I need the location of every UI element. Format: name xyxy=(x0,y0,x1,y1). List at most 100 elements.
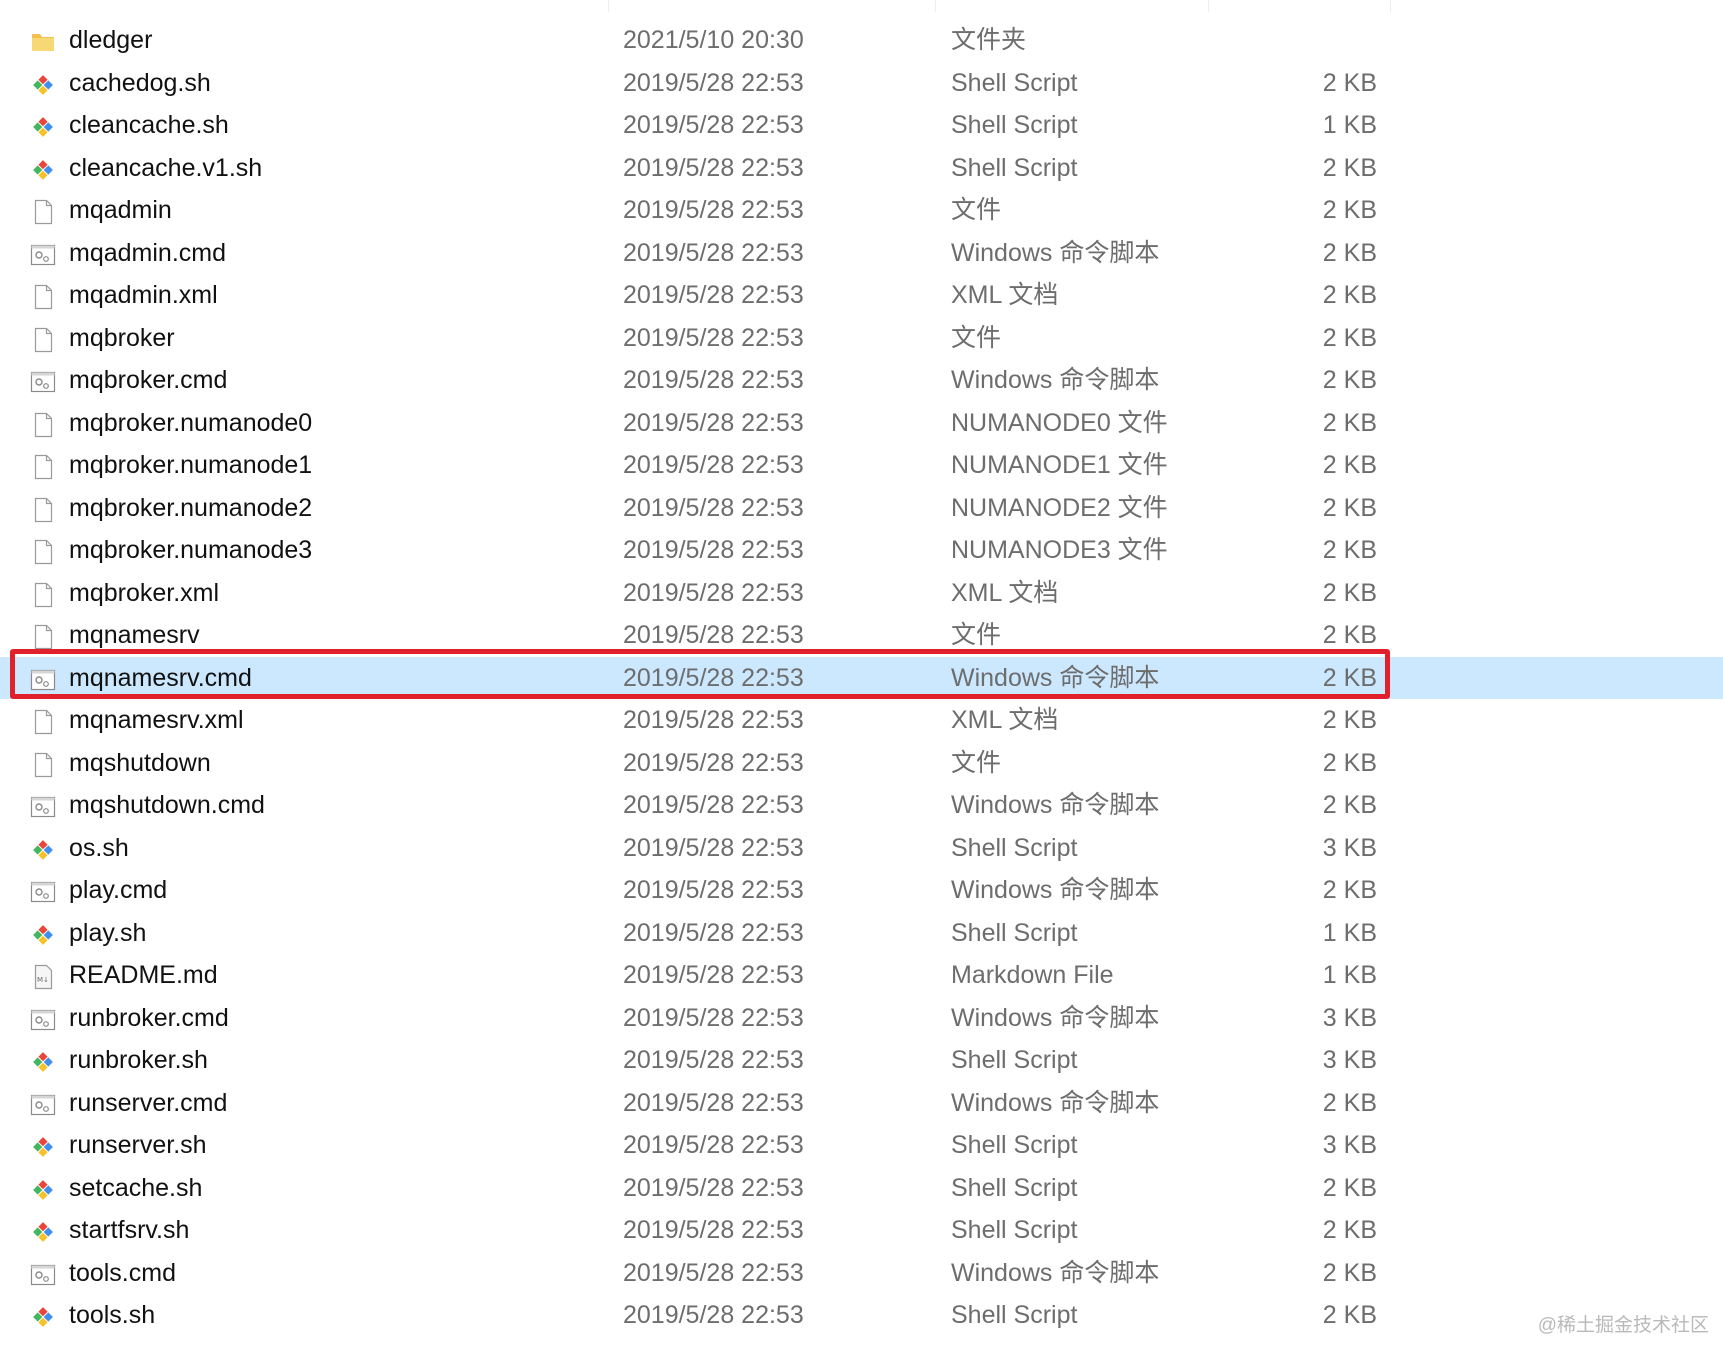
blank-file-icon xyxy=(28,410,58,440)
blank-file-icon xyxy=(28,282,58,312)
file-size: 2 KB xyxy=(1322,706,1377,734)
file-name: mqadmin.xml xyxy=(69,281,218,309)
file-type: XML 文档 xyxy=(951,578,1059,607)
file-date-modified: 2019/5/28 22:53 xyxy=(623,1258,804,1287)
file-name: play.cmd xyxy=(69,876,168,904)
file-row[interactable]: runserver.sh 2019/5/28 22:53 Shell Scrip… xyxy=(0,1124,1723,1167)
cmd-file-icon xyxy=(28,1260,58,1290)
file-row[interactable]: startfsrv.sh 2019/5/28 22:53 Shell Scrip… xyxy=(0,1209,1723,1252)
file-row[interactable]: setcache.sh 2019/5/28 22:53 Shell Script… xyxy=(0,1167,1723,1210)
file-type: Shell Script xyxy=(951,1131,1078,1159)
file-row[interactable]: mqbroker 2019/5/28 22:53 文件 2 KB xyxy=(0,317,1723,360)
blank-file-icon xyxy=(28,622,58,652)
file-date-modified: 2019/5/28 22:53 xyxy=(623,578,804,607)
file-row[interactable]: mqbroker.numanode0 2019/5/28 22:53 NUMAN… xyxy=(0,402,1723,445)
file-row[interactable]: runbroker.sh 2019/5/28 22:53 Shell Scrip… xyxy=(0,1039,1723,1082)
file-type: Markdown File xyxy=(951,961,1114,989)
file-date-modified: 2019/5/28 22:53 xyxy=(623,663,804,692)
file-size: 2 KB xyxy=(1322,621,1377,649)
file-row[interactable]: tools.cmd 2019/5/28 22:53 Windows 命令脚本 2… xyxy=(0,1252,1723,1295)
file-type: Shell Script xyxy=(951,1216,1078,1244)
file-size: 3 KB xyxy=(1322,833,1377,862)
column-separator[interactable] xyxy=(608,0,609,12)
file-name: mqshutdown.cmd xyxy=(69,791,265,819)
cmd-file-icon xyxy=(28,367,58,397)
file-name: cleancache.v1.sh xyxy=(69,153,263,182)
file-row[interactable]: M↓ README.md 2019/5/28 22:53 Markdown Fi… xyxy=(0,954,1723,997)
file-type: Windows 命令脚本 xyxy=(951,238,1160,267)
file-name: mqnamesrv.cmd xyxy=(69,663,252,692)
file-date-modified: 2019/5/28 22:53 xyxy=(623,1088,804,1117)
file-type: Shell Script xyxy=(951,111,1078,139)
file-date-modified: 2019/5/28 22:53 xyxy=(623,408,804,437)
cmd-file-icon xyxy=(28,792,58,822)
file-name: mqbroker.numanode3 xyxy=(69,536,313,564)
file-size: 2 KB xyxy=(1322,153,1377,182)
file-row[interactable]: mqadmin.xml 2019/5/28 22:53 XML 文档 2 KB xyxy=(0,274,1723,317)
file-row[interactable]: cleancache.sh 2019/5/28 22:53 Shell Scri… xyxy=(0,104,1723,147)
file-row[interactable]: tools.sh 2019/5/28 22:53 Shell Script 2 … xyxy=(0,1294,1723,1337)
file-row[interactable]: cleancache.v1.sh 2019/5/28 22:53 Shell S… xyxy=(0,147,1723,190)
file-size: 3 KB xyxy=(1322,1046,1377,1074)
file-row[interactable]: mqbroker.xml 2019/5/28 22:53 XML 文档 2 KB xyxy=(0,572,1723,615)
file-type: NUMANODE3 文件 xyxy=(951,536,1168,564)
file-date-modified: 2019/5/28 22:53 xyxy=(623,323,804,352)
shell-script-icon xyxy=(28,1175,58,1205)
file-name: README.md xyxy=(69,961,218,989)
file-name: mqbroker.cmd xyxy=(69,366,228,394)
file-row[interactable]: runbroker.cmd 2019/5/28 22:53 Windows 命令… xyxy=(0,997,1723,1040)
file-name: cleancache.sh xyxy=(69,111,229,139)
file-size: 2 KB xyxy=(1322,1258,1377,1287)
file-name: runbroker.sh xyxy=(69,1046,208,1074)
file-type: Shell Script xyxy=(951,1046,1078,1074)
file-row[interactable]: mqshutdown 2019/5/28 22:53 文件 2 KB xyxy=(0,742,1723,785)
file-name: runbroker.cmd xyxy=(69,1003,229,1032)
file-type: Windows 命令脚本 xyxy=(951,366,1160,394)
file-row[interactable]: mqbroker.cmd 2019/5/28 22:53 Windows 命令脚… xyxy=(0,359,1723,402)
file-row[interactable]: mqbroker.numanode3 2019/5/28 22:53 NUMAN… xyxy=(0,529,1723,572)
file-size: 1 KB xyxy=(1322,961,1377,989)
file-size: 2 KB xyxy=(1322,663,1377,692)
file-row[interactable]: mqbroker.numanode1 2019/5/28 22:53 NUMAN… xyxy=(0,444,1723,487)
file-row[interactable]: play.cmd 2019/5/28 22:53 Windows 命令脚本 2 … xyxy=(0,869,1723,912)
blank-file-icon xyxy=(28,197,58,227)
file-size: 2 KB xyxy=(1322,748,1377,777)
column-separator[interactable] xyxy=(1208,0,1209,12)
file-size: 2 KB xyxy=(1322,791,1377,819)
file-name: mqadmin.cmd xyxy=(69,238,226,267)
file-name: cachedog.sh xyxy=(69,68,211,97)
file-row-selected[interactable]: mqnamesrv.cmd 2019/5/28 22:53 Windows 命令… xyxy=(0,656,1723,699)
file-date-modified: 2019/5/28 22:53 xyxy=(623,791,804,819)
file-size: 2 KB xyxy=(1322,536,1377,564)
file-size: 2 KB xyxy=(1322,1301,1377,1329)
file-row[interactable]: os.sh 2019/5/28 22:53 Shell Script 3 KB xyxy=(0,827,1723,870)
shell-script-icon xyxy=(28,835,58,865)
shell-script-icon xyxy=(28,1132,58,1162)
column-separator[interactable] xyxy=(935,0,936,12)
shell-script-icon xyxy=(28,1047,58,1077)
file-size: 2 KB xyxy=(1322,366,1377,394)
file-size: 2 KB xyxy=(1322,196,1377,224)
file-size: 2 KB xyxy=(1322,238,1377,267)
file-type: Windows 命令脚本 xyxy=(951,1258,1160,1287)
file-name: mqbroker.numanode1 xyxy=(69,451,313,479)
file-row[interactable]: mqshutdown.cmd 2019/5/28 22:53 Windows 命… xyxy=(0,784,1723,827)
file-row[interactable]: mqbroker.numanode2 2019/5/28 22:53 NUMAN… xyxy=(0,487,1723,530)
file-row[interactable]: play.sh 2019/5/28 22:53 Shell Script 1 K… xyxy=(0,912,1723,955)
file-date-modified: 2019/5/28 22:53 xyxy=(623,1131,804,1159)
file-row[interactable]: mqnamesrv 2019/5/28 22:53 文件 2 KB xyxy=(0,614,1723,657)
file-type: 文件 xyxy=(951,196,1002,224)
file-row[interactable]: mqadmin.cmd 2019/5/28 22:53 Windows 命令脚本… xyxy=(0,232,1723,275)
file-date-modified: 2019/5/28 22:53 xyxy=(623,876,804,904)
file-row[interactable]: mqadmin 2019/5/28 22:53 文件 2 KB xyxy=(0,189,1723,232)
file-row[interactable]: cachedog.sh 2019/5/28 22:53 Shell Script… xyxy=(0,62,1723,105)
file-name: setcache.sh xyxy=(69,1173,203,1202)
column-separator[interactable] xyxy=(1390,0,1391,12)
blank-file-icon xyxy=(28,325,58,355)
file-row[interactable]: dledger 2021/5/10 20:30 文件夹 xyxy=(0,19,1723,62)
file-row[interactable]: runserver.cmd 2019/5/28 22:53 Windows 命令… xyxy=(0,1082,1723,1125)
file-size: 2 KB xyxy=(1322,281,1377,309)
file-size: 2 KB xyxy=(1322,1216,1377,1244)
file-row[interactable]: mqnamesrv.xml 2019/5/28 22:53 XML 文档 2 K… xyxy=(0,699,1723,742)
file-date-modified: 2019/5/28 22:53 xyxy=(623,153,804,182)
